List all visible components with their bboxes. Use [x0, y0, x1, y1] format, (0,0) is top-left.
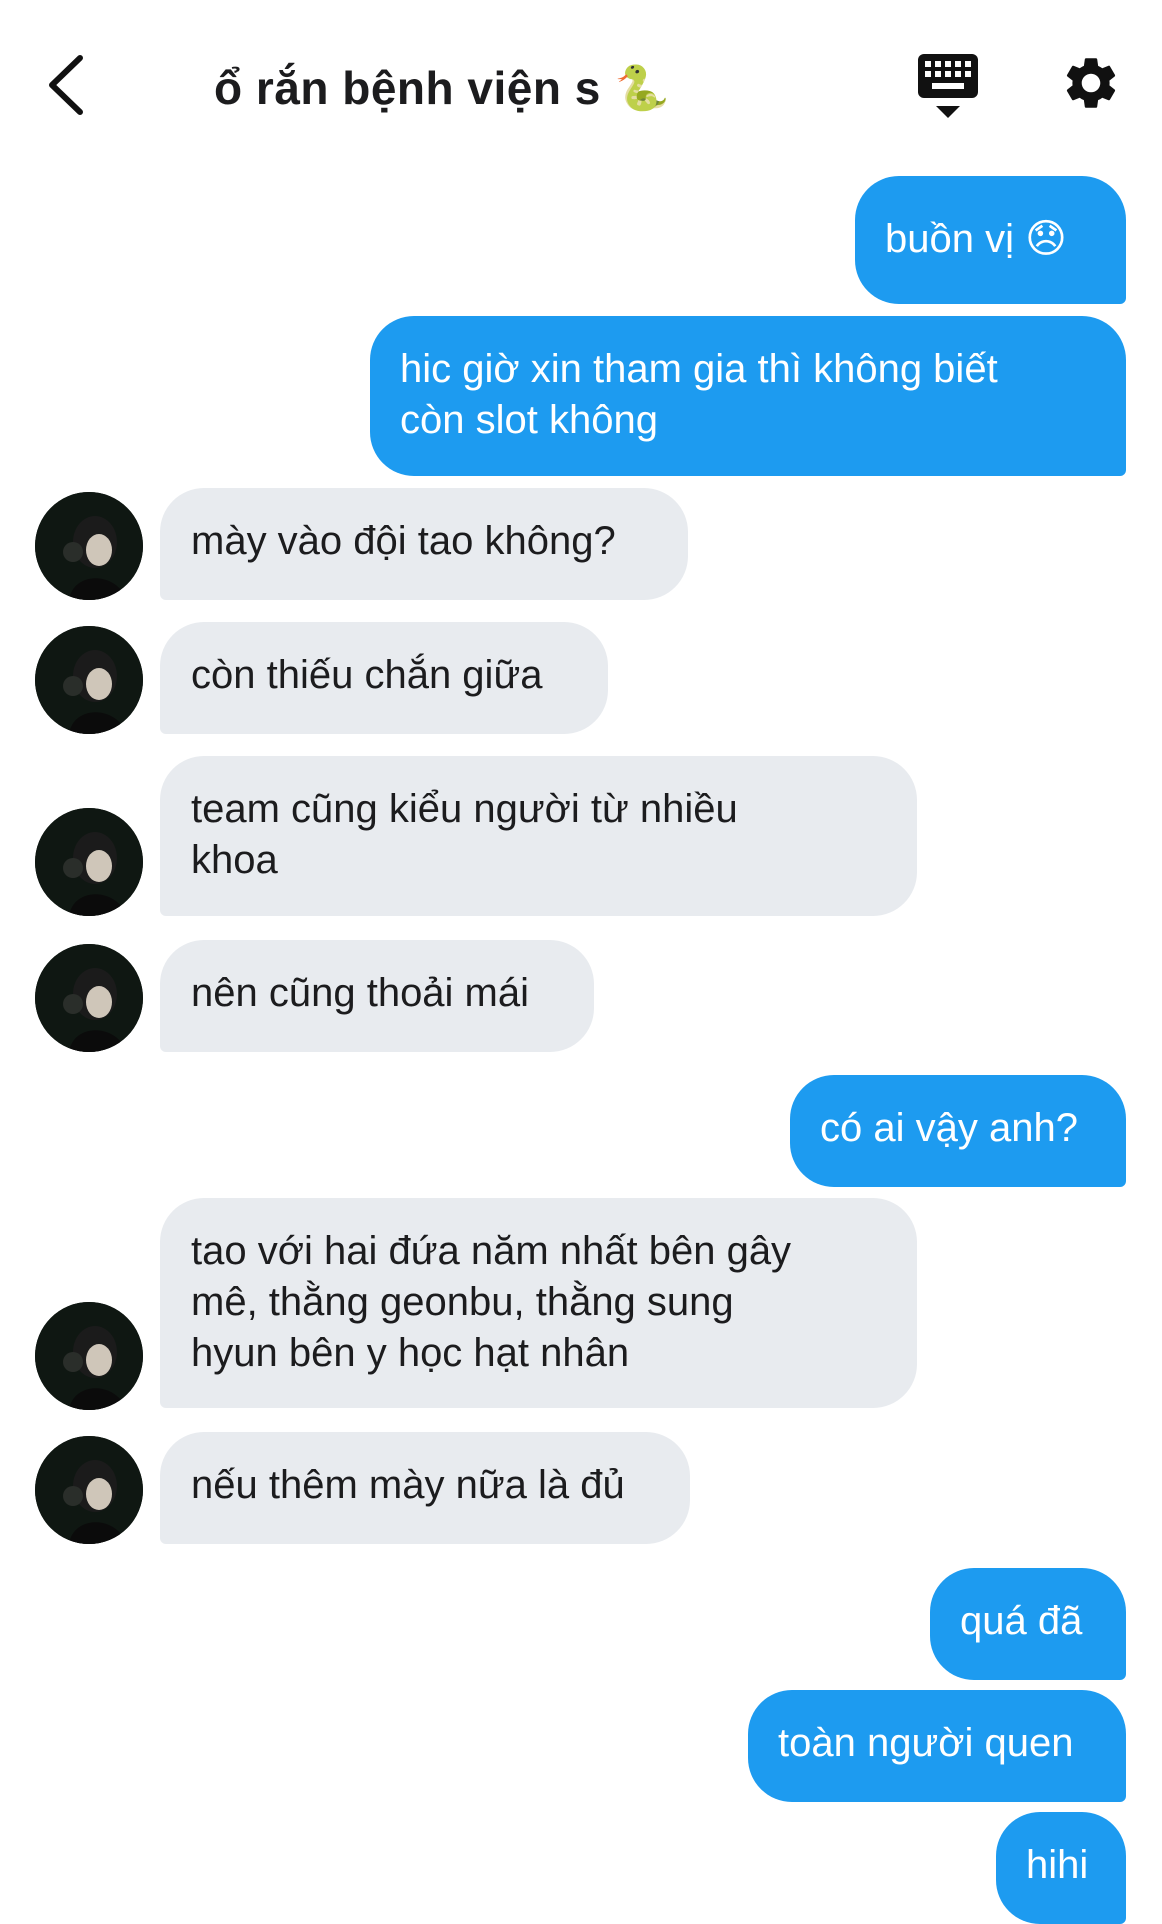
message-bubble-outgoing[interactable]: có ai vậy anh? [790, 1075, 1126, 1187]
conversation-title: ổ rắn bệnh viện s 🐍 [214, 56, 670, 120]
message-bubble-outgoing[interactable]: hic giờ xin tham gia thì không biết còn … [370, 316, 1126, 476]
snake-emoji: 🐍 [614, 63, 671, 114]
back-button[interactable] [38, 50, 94, 120]
keyboard-button[interactable] [916, 52, 980, 122]
avatar-image [35, 944, 143, 1052]
gear-icon [1066, 58, 1116, 108]
message-bubble-outgoing[interactable]: toàn người quen [748, 1690, 1126, 1802]
avatar-image [35, 626, 143, 734]
avatar-image [35, 1436, 143, 1544]
avatar[interactable] [35, 1302, 143, 1410]
message-bubble-incoming[interactable]: mày vào đội tao không? [160, 488, 688, 600]
message-bubble-incoming[interactable]: nếu thêm mày nữa là đủ [160, 1432, 690, 1544]
message-bubble-incoming[interactable]: team cũng kiểu người từ nhiều khoa [160, 756, 917, 916]
message-bubble-outgoing[interactable]: hihi [996, 1812, 1126, 1924]
avatar[interactable] [35, 492, 143, 600]
avatar[interactable] [35, 944, 143, 1052]
chevron-left-icon [49, 55, 83, 115]
message-bubble-incoming[interactable]: tao với hai đứa năm nhất bên gây mê, thằ… [160, 1198, 917, 1408]
keyboard-icon [918, 54, 978, 118]
message-bubble-outgoing[interactable]: buồn vị 😞 [855, 176, 1126, 304]
message-bubble-incoming[interactable]: còn thiếu chắn giữa [160, 622, 608, 734]
avatar[interactable] [35, 626, 143, 734]
avatar[interactable] [35, 808, 143, 916]
settings-button[interactable] [1060, 52, 1122, 114]
avatar-image [35, 492, 143, 600]
avatar-image [35, 1302, 143, 1410]
message-bubble-incoming[interactable]: nên cũng thoải mái [160, 940, 594, 1052]
message-bubble-outgoing[interactable]: quá đã [930, 1568, 1126, 1680]
avatar-image [35, 808, 143, 916]
chat-header: ổ rắn bệnh viện s 🐍 [0, 0, 1162, 170]
conversation-title-text: ổ rắn bệnh viện s [214, 62, 601, 114]
avatar[interactable] [35, 1436, 143, 1544]
